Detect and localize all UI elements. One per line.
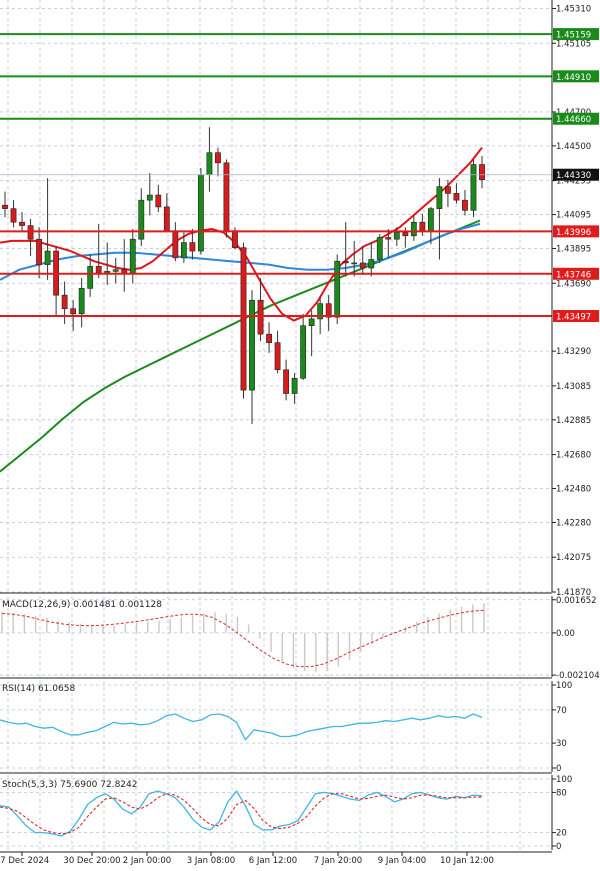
candle-body xyxy=(376,237,383,260)
candle-body xyxy=(351,262,358,265)
stoch-tick-label: 20 xyxy=(556,829,567,839)
level-price-label: 1.45159 xyxy=(556,31,591,41)
candle-body xyxy=(402,232,409,237)
candle-body xyxy=(121,269,128,274)
price-tick-label: 1.42885 xyxy=(556,416,591,426)
candle-body xyxy=(163,206,170,231)
rsi-indicator-label: RSI(14) 61.0658 xyxy=(2,684,75,694)
candle-body xyxy=(283,369,289,394)
candle-body xyxy=(445,186,451,194)
candle-body xyxy=(334,260,341,318)
candle-body xyxy=(129,238,136,274)
time-tick-label: 6 Jan 12:00 xyxy=(249,856,297,866)
rsi-tick-label: 70 xyxy=(556,706,567,716)
candle-body xyxy=(308,318,315,326)
price-tick-label: 1.45310 xyxy=(556,4,591,14)
current-price-label: 1.44330 xyxy=(556,171,591,181)
level-price-label: 1.43746 xyxy=(556,270,591,280)
chart-canvas: 1.453101.451051.447001.445001.442951.440… xyxy=(0,0,600,871)
stoch-indicator-label: Stoch(5,3,3) 75.6900 72.8242 xyxy=(2,780,137,790)
price-tick-label: 1.45105 xyxy=(556,39,591,49)
candle-body xyxy=(155,194,162,208)
candle-body xyxy=(470,164,477,211)
macd-indicator-label: MACD(12,26,9) 0.001481 0.001128 xyxy=(2,600,162,610)
candle-body xyxy=(274,342,281,371)
candle-body xyxy=(419,221,426,231)
candle-body xyxy=(172,230,179,259)
rsi-tick-label: 100 xyxy=(556,681,572,691)
price-tick-label: 1.42680 xyxy=(556,451,591,461)
candle-body xyxy=(198,174,204,252)
candle-body xyxy=(249,299,255,391)
stoch-tick-label: 0 xyxy=(556,842,561,852)
candle-body xyxy=(427,208,434,231)
stoch-tick-label: 100 xyxy=(556,775,572,785)
candle-body xyxy=(300,325,307,379)
stoch-tick-label: 80 xyxy=(556,788,567,798)
candle-body xyxy=(232,230,238,248)
candle-body xyxy=(453,193,460,201)
candle-body xyxy=(19,221,25,226)
price-tick-label: 1.44095 xyxy=(556,211,591,221)
time-tick-label: 30 Dec 20:00 xyxy=(63,856,120,866)
level-price-label: 1.43497 xyxy=(556,313,591,323)
candle-body xyxy=(189,242,196,252)
macd-tick-label: 0.00 xyxy=(556,629,575,639)
time-tick-label: 9 Jan 04:00 xyxy=(378,856,426,866)
candle-body xyxy=(223,162,230,231)
candle-body xyxy=(206,152,213,176)
price-tick-label: 1.42480 xyxy=(556,485,591,495)
price-tick-label: 1.43290 xyxy=(556,347,591,357)
price-tick-label: 1.43085 xyxy=(556,382,591,392)
candle-body xyxy=(359,262,366,269)
price-tick-label: 1.42280 xyxy=(556,518,591,528)
time-tick-label: 2 Jan 00:00 xyxy=(123,856,171,866)
rsi-tick-label: 30 xyxy=(556,739,567,749)
candle-body xyxy=(44,250,51,265)
candle-body xyxy=(462,199,468,211)
candle-body xyxy=(2,204,8,209)
candle-body xyxy=(95,266,102,274)
candle-body xyxy=(36,238,42,265)
candle-body xyxy=(266,333,272,343)
candle-body xyxy=(70,308,77,315)
candle-body xyxy=(138,199,145,240)
candle-body xyxy=(291,377,298,394)
macd-tick-label: -0.002104 xyxy=(556,671,600,681)
candle-body xyxy=(215,152,221,164)
time-tick-label: 27 Dec 2024 xyxy=(0,856,49,866)
candle-body xyxy=(78,288,85,315)
macd-tick-label: 0.001652 xyxy=(556,596,597,606)
level-price-label: 1.44660 xyxy=(556,115,591,125)
level-price-label: 1.43996 xyxy=(556,228,591,238)
candle-body xyxy=(87,266,94,289)
price-tick-label: 1.43895 xyxy=(556,245,591,255)
candle-body xyxy=(342,260,349,264)
candle-body xyxy=(10,208,17,223)
level-price-label: 1.44910 xyxy=(556,73,591,83)
candle-body xyxy=(410,221,417,237)
price-tick-label: 1.44500 xyxy=(556,142,591,152)
time-tick-label: 7 Jan 20:00 xyxy=(314,856,362,866)
candle-body xyxy=(393,232,400,240)
candle-body xyxy=(385,237,392,240)
time-tick-label: 3 Jan 08:00 xyxy=(187,856,235,866)
candle-body xyxy=(479,164,485,181)
time-tick-label: 10 Jan 12:00 xyxy=(440,856,494,866)
price-tick-label: 1.43690 xyxy=(556,279,591,289)
candle-body xyxy=(146,194,153,201)
candle-body xyxy=(27,225,34,240)
candle-body xyxy=(240,247,247,391)
candle-body xyxy=(180,242,187,259)
candle-body xyxy=(368,259,375,269)
candle-body xyxy=(436,186,443,209)
chart-background xyxy=(0,0,600,871)
candle-body xyxy=(61,294,68,310)
price-tick-label: 1.42075 xyxy=(556,553,591,563)
candle-body xyxy=(112,269,119,272)
candle-body xyxy=(257,299,264,335)
rsi-tick-label: 0 xyxy=(556,764,561,774)
